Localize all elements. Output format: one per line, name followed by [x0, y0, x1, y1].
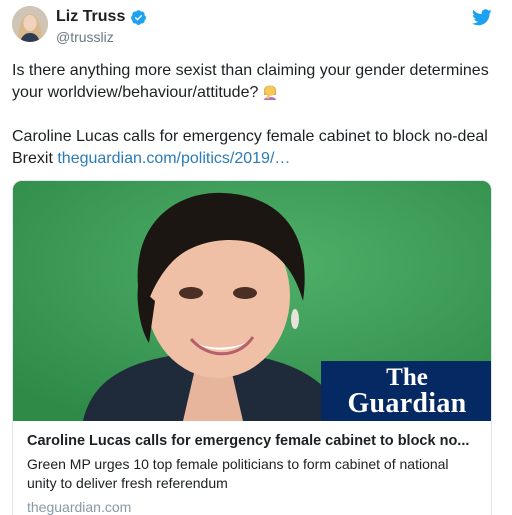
- woman-facepalming-emoji-icon: [264, 85, 277, 100]
- guardian-logo: The Guardian: [321, 361, 491, 421]
- card-domain: theguardian.com: [27, 499, 132, 515]
- author-name-row[interactable]: Liz Truss: [56, 8, 147, 26]
- tweet-text: Is there anything more sexist than claim…: [12, 60, 498, 170]
- article-link[interactable]: theguardian.com/politics/2019/…: [57, 150, 290, 167]
- twitter-bird-icon[interactable]: [472, 9, 492, 26]
- avatar[interactable]: [12, 6, 48, 42]
- guardian-logo-line2: Guardian: [347, 388, 467, 419]
- author-display-name[interactable]: Liz Truss: [56, 8, 125, 26]
- embedded-tweet: Liz Truss @trussliz Is there anything mo…: [0, 0, 512, 515]
- verified-badge-icon: [131, 9, 147, 25]
- card-body[interactable]: Caroline Lucas calls for emergency femal…: [27, 431, 481, 515]
- link-preview-card[interactable]: The Guardian Caroline Lucas calls for em…: [12, 180, 492, 515]
- guardian-logo-line1: The: [386, 364, 428, 391]
- article-image[interactable]: The Guardian: [13, 181, 491, 421]
- tweet-paragraph-1: Is there anything more sexist than claim…: [12, 62, 489, 101]
- author-handle[interactable]: @trussliz: [56, 29, 114, 45]
- card-title[interactable]: Caroline Lucas calls for emergency femal…: [27, 431, 481, 451]
- card-description: Green MP urges 10 top female politicians…: [27, 456, 449, 491]
